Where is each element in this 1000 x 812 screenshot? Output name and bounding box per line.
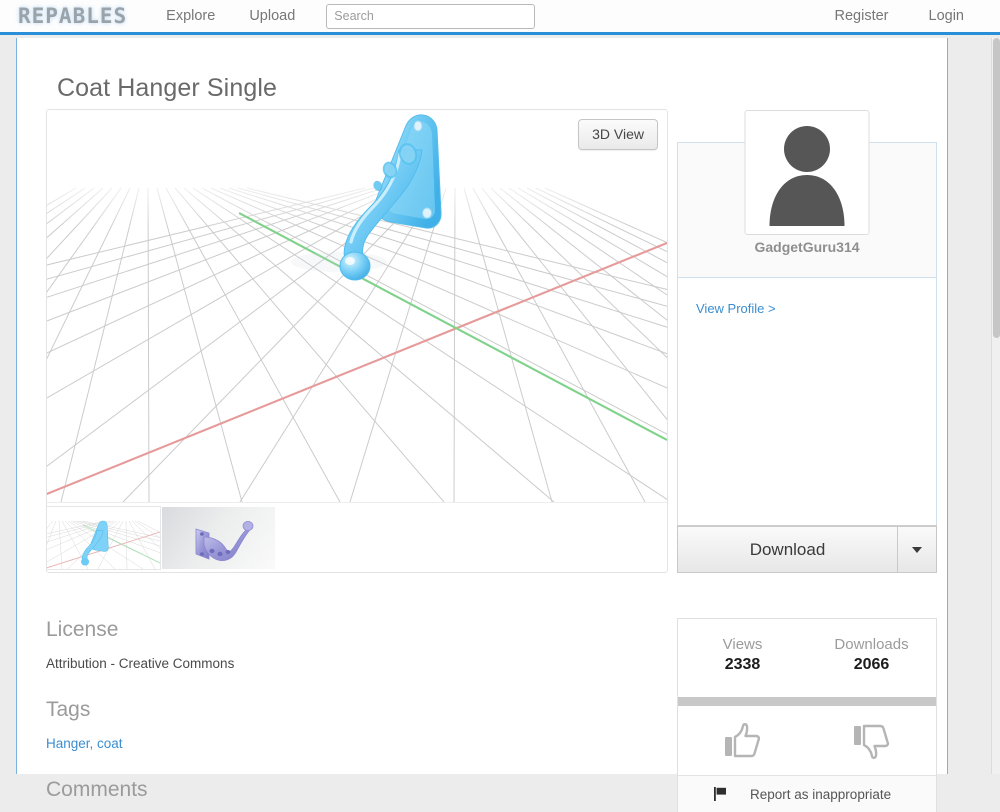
rendered-hanger-image bbox=[162, 507, 275, 569]
stats-counts: Views 2338 Downloads 2066 bbox=[678, 619, 936, 697]
download-button[interactable]: Download bbox=[677, 526, 897, 573]
thumbs-up-icon bbox=[724, 722, 760, 757]
views-value: 2338 bbox=[724, 656, 761, 673]
stats-panel: Views 2338 Downloads 2066 Report as inap… bbox=[677, 618, 937, 812]
downloads-stat: Downloads 2066 bbox=[807, 619, 936, 697]
thumbnail-grid-scene bbox=[47, 507, 160, 569]
downloads-label: Downloads bbox=[834, 636, 909, 653]
thumbnail-strip bbox=[47, 502, 667, 572]
report-inappropriate-button[interactable]: Report as inappropriate bbox=[678, 776, 936, 812]
model-viewer[interactable]: 3D View bbox=[46, 109, 668, 573]
nav-link-explore[interactable]: Explore bbox=[160, 8, 221, 24]
stats-divider bbox=[678, 697, 936, 706]
nav-right-group: Register Login bbox=[829, 8, 970, 24]
download-dropdown-button[interactable] bbox=[897, 526, 937, 573]
flag-icon bbox=[714, 787, 726, 801]
author-panel: GadgetGuru314 View Profile > Download bbox=[677, 110, 937, 573]
license-value: Attribution - Creative Commons bbox=[46, 656, 235, 671]
nav-link-upload[interactable]: Upload bbox=[243, 8, 301, 24]
license-heading: License bbox=[46, 618, 119, 641]
author-header: GadgetGuru314 bbox=[678, 110, 936, 278]
grid-floor bbox=[47, 110, 667, 502]
right-gutter bbox=[949, 38, 991, 774]
top-navigation-bar: REPABLES Explore Upload Register Login bbox=[0, 0, 1000, 35]
nav-link-register[interactable]: Register bbox=[829, 8, 895, 24]
page-content: Coat Hanger Single 3D View GadgetGuru314… bbox=[16, 38, 948, 812]
thumbnail-3d-grid-preview[interactable] bbox=[47, 506, 161, 570]
view-profile-link[interactable]: View Profile > bbox=[696, 301, 776, 316]
chevron-down-icon bbox=[912, 546, 922, 553]
views-label: Views bbox=[722, 636, 763, 653]
comments-heading: Comments bbox=[46, 778, 148, 801]
3d-scene bbox=[47, 110, 667, 502]
download-button-group: Download bbox=[677, 525, 937, 573]
views-stat: Views 2338 bbox=[678, 619, 807, 697]
avatar[interactable] bbox=[744, 110, 870, 235]
tag-link[interactable]: Hanger, coat bbox=[46, 736, 123, 751]
thumbs-up-button[interactable] bbox=[678, 706, 807, 775]
tags-heading: Tags bbox=[46, 698, 91, 721]
search-input[interactable] bbox=[326, 3, 536, 29]
site-logo[interactable]: REPABLES bbox=[18, 5, 127, 27]
thumbs-down-icon bbox=[853, 724, 889, 759]
page-scrollbar[interactable] bbox=[991, 38, 1000, 774]
user-silhouette-icon bbox=[745, 111, 869, 234]
author-username: GadgetGuru314 bbox=[754, 239, 860, 255]
vote-row bbox=[678, 706, 936, 776]
report-inappropriate-label: Report as inappropriate bbox=[750, 786, 892, 802]
page-title: Coat Hanger Single bbox=[57, 74, 277, 102]
thumbs-down-button[interactable] bbox=[807, 706, 936, 775]
thumbnail-rendered-preview[interactable] bbox=[162, 507, 275, 569]
rendered-hanger-scene bbox=[195, 521, 254, 561]
downloads-value: 2066 bbox=[853, 656, 890, 673]
nav-link-login[interactable]: Login bbox=[923, 8, 970, 24]
tags-list: Hanger, coat bbox=[46, 736, 123, 751]
3d-view-button[interactable]: 3D View bbox=[578, 119, 658, 150]
left-gutter bbox=[0, 38, 16, 774]
scrollbar-thumb[interactable] bbox=[993, 38, 1000, 338]
model-viewer-canvas[interactable] bbox=[47, 110, 667, 502]
